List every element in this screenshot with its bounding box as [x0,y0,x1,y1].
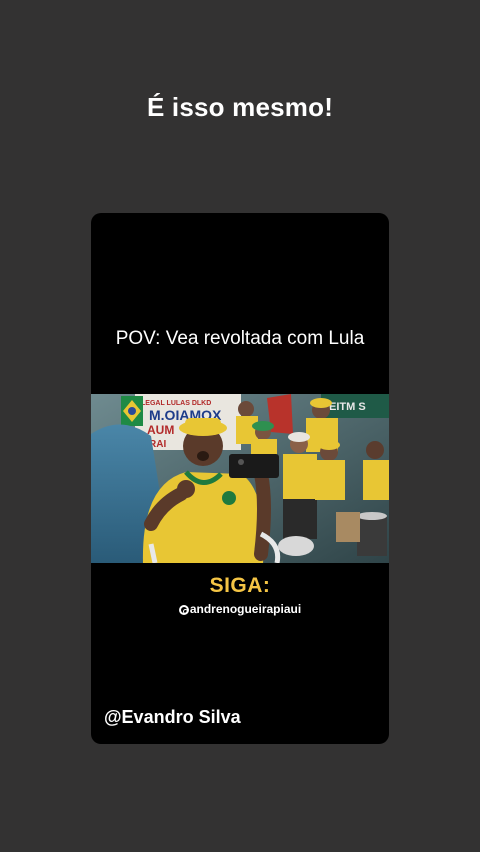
threads-handle-row: andrenogueirapiaui [91,602,389,616]
video-frame: LEGAL LULAS DLKD M.OIAMOX AUM RAI EITM S [91,394,389,563]
right-banner-text: EITM S [329,401,366,413]
crowd-scene-illustration: LEGAL LULAS DLKD M.OIAMOX AUM RAI EITM S [91,394,389,563]
story-screen: É isso mesmo! POV: Vea revoltada com Lul… [0,0,480,852]
author-watermark: @Evandro Silva [104,707,241,727]
video-card[interactable]: POV: Vea revoltada com Lula LEGAL LULAS … [91,213,389,744]
follow-label: SIGA: [209,574,271,597]
phone [229,454,279,478]
threads-icon [178,605,189,615]
story-caption: É isso mesmo! [146,92,334,122]
banner-text-1: LEGAL LULAS DLKD [141,400,211,407]
pov-text: POV: Vea revoltada com Lula [115,328,365,349]
banner-text-3: AUM [147,423,174,437]
threads-handle: andrenogueirapiaui [189,602,302,616]
